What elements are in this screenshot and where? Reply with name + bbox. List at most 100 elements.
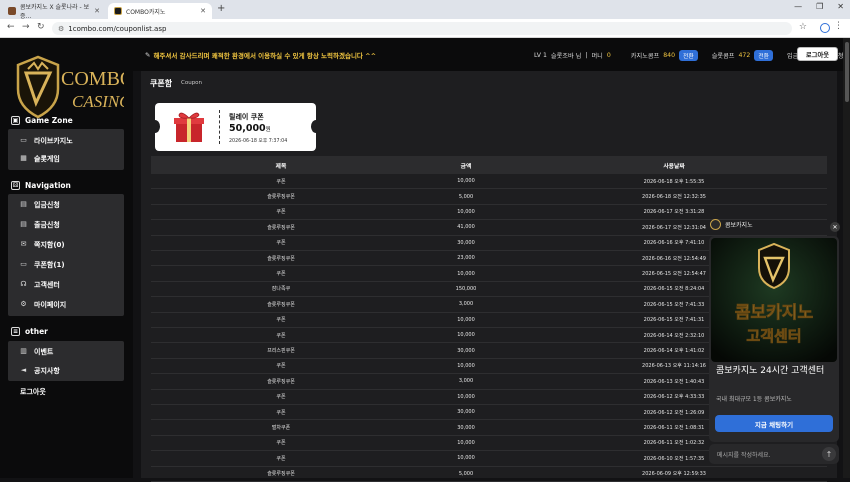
forward-icon[interactable]: → <box>22 22 30 32</box>
logout-button[interactable]: 로그아웃 <box>797 47 838 61</box>
sidebar-item-messages[interactable]: ✉ 쪽지함(0) <box>8 236 124 253</box>
cell-amount: 41,000 <box>457 224 475 231</box>
back-icon[interactable]: ← <box>7 22 15 32</box>
document-icon: ≡ <box>11 327 20 336</box>
cell-amount: 10,000 <box>457 270 475 277</box>
sidebar-item-label: 고객센터 <box>34 280 60 289</box>
browser-tab-active[interactable]: COMBO카지노 ✕ <box>108 3 212 19</box>
section-game-zone: ▣ Game Zone <box>11 116 73 125</box>
sidebar-item-deposit[interactable]: ▤ 입금신청 <box>8 196 124 213</box>
cell-title: 프리스핀쿠폰 <box>267 348 295 355</box>
profile-icon[interactable] <box>820 23 830 33</box>
gift-box-icon <box>174 112 204 142</box>
window-close-icon[interactable]: ✕ <box>837 2 844 11</box>
logo-text-bottom: CASINO <box>72 92 124 111</box>
casino-convert-button[interactable]: 전환 <box>679 50 698 61</box>
address-bar[interactable]: ⚙ 1combo.com/couponlist.asp <box>52 22 792 35</box>
browser-menu-icon[interactable]: ⋮ <box>834 21 843 31</box>
slot-convert-button[interactable]: 전환 <box>754 50 773 61</box>
sidebar: COMBO CASINO ▣ Game Zone ▭ 라이브카지노 ▦ 슬롯게임… <box>0 38 133 478</box>
cell-title: 쿠폰 <box>276 440 286 447</box>
table-row: 쿠폰 10,000 2026-06-18 오후 1:55:35 <box>151 174 827 190</box>
withdraw-icon: ▤ <box>20 220 27 228</box>
reload-icon[interactable]: ↻ <box>37 22 45 32</box>
table-row: 슬롯루징쿠폰 5,000 2026-06-09 오후 12:59:33 <box>151 467 827 482</box>
cell-title: 쿠폰 <box>276 240 286 247</box>
section-navigation: ⚄ Navigation <box>11 181 71 190</box>
coupon-date: 2026-06-18 오후 7:37:04 <box>229 139 288 144</box>
cell-amount: 30,000 <box>457 409 475 416</box>
sidebar-item-notices[interactable]: ◄ 공지사항 <box>8 362 124 379</box>
cell-title: 슬롯루징쿠폰 <box>267 194 295 201</box>
sidebar-item-label: 쿠폰함(1) <box>34 260 65 269</box>
other-group: ▥ 이벤트 ◄ 공지사항 <box>8 341 124 381</box>
tab-close-icon[interactable]: ✕ <box>94 7 100 15</box>
chat-message-input[interactable]: 메시지를 작성하세요. ↑ <box>709 444 839 464</box>
user-level: LV 1 <box>534 52 547 59</box>
column-header-amount: 금액 <box>460 163 472 170</box>
sidebar-item-live-casino[interactable]: ▭ 라이브카지노 <box>8 132 124 149</box>
chat-card: 콤보카지노 고객센터 콤보카지노 24시간 고객센터 국내 최대규모 1등 콤보… <box>709 236 839 442</box>
combo-casino-logo[interactable]: COMBO CASINO <box>14 53 124 123</box>
url-text: 1combo.com/couponlist.asp <box>68 24 167 33</box>
sidebar-item-label: 라이브카지노 <box>34 136 73 145</box>
sidebar-item-label: 이벤트 <box>34 347 54 356</box>
cell-title: 슬롯루징쿠폰 <box>267 301 295 308</box>
slot-point-value: 472 <box>738 52 751 59</box>
start-chat-button[interactable]: 지금 채팅하기 <box>715 415 833 432</box>
page-subtitle: Coupon <box>181 80 203 86</box>
cell-amount: 150,000 <box>455 285 477 292</box>
sidebar-logout-link[interactable]: 로그아웃 <box>20 387 46 397</box>
notice-text: 해주셔서 감사드리며 쾌적한 환경에서 이용하실 수 있게 항상 노력하겠습니다… <box>153 52 377 60</box>
cell-title: 쿠폰 <box>276 332 286 339</box>
tab-favicon-icon <box>114 7 122 15</box>
chat-title: 콤보카지노 24시간 고객센터 <box>716 366 825 376</box>
cell-amount: 30,000 <box>457 347 475 354</box>
cell-title: 벌차쿠폰 <box>271 425 291 432</box>
maximize-icon[interactable]: ❐ <box>816 2 823 11</box>
send-arrow-icon[interactable]: ↑ <box>822 447 836 461</box>
cell-amount: 10,000 <box>457 208 475 215</box>
sidebar-item-events[interactable]: ▥ 이벤트 <box>8 343 124 360</box>
scrollbar-thumb[interactable] <box>845 42 849 102</box>
game-zone-group: ▭ 라이브카지노 ▦ 슬롯게임 <box>8 129 124 170</box>
cell-amount: 3,000 <box>458 378 474 385</box>
browser-tab[interactable]: 콤보카지노 X 슬롯나라 - 보증... ✕ <box>2 3 106 20</box>
cell-title: 쿠폰 <box>276 455 286 462</box>
gift-icon: ▥ <box>20 347 27 355</box>
tab-title: 콤보카지노 X 슬롯나라 - 보증... <box>20 4 90 20</box>
money-value: 0 <box>606 52 611 59</box>
new-tab-icon[interactable]: + <box>217 3 225 14</box>
cell-title: 슬롯루징쿠폰 <box>267 471 295 478</box>
tab-close-icon[interactable]: ✕ <box>200 7 206 15</box>
sidebar-item-support[interactable]: ☊ 고객센터 <box>8 276 124 293</box>
deposit-icon: ▤ <box>20 200 27 208</box>
chat-close-icon[interactable]: ✕ <box>830 222 840 232</box>
sidebar-item-label: 쪽지함(0) <box>34 240 65 249</box>
cell-title: 슬롯루징쿠폰 <box>267 224 295 231</box>
sidebar-item-withdraw[interactable]: ▤ 출금신청 <box>8 216 124 233</box>
sidebar-item-coupons[interactable]: ▭ 쿠폰함(1) <box>8 256 124 273</box>
chat-subtitle: 국내 최대규모 1등 콤보카지노 <box>716 396 792 403</box>
section-title: Navigation <box>25 181 71 190</box>
column-header-date: 사용날짜 <box>663 163 685 170</box>
site-info-icon[interactable]: ⚙ <box>58 25 64 33</box>
bookmark-star-icon[interactable]: ☆ <box>799 22 807 32</box>
cell-amount: 30,000 <box>457 424 475 431</box>
sidebar-item-mypage[interactable]: ⚙ 마이페이지 <box>8 296 124 313</box>
sidebar-item-slot-game[interactable]: ▦ 슬롯게임 <box>8 150 124 167</box>
headset-icon: ☊ <box>20 280 27 288</box>
gamepad-icon: ▣ <box>11 116 20 125</box>
coupon-card[interactable]: 릴레이 쿠폰 50,000원 2026-06-18 오후 7:37:04 <box>150 103 321 151</box>
minimize-icon[interactable]: — <box>794 2 802 11</box>
column-header-title: 제목 <box>275 163 287 170</box>
envelope-icon: ✉ <box>20 240 27 248</box>
tab-title: COMBO카지노 <box>126 8 166 16</box>
cell-date: 2026-06-18 오전 12:32:35 <box>642 194 706 201</box>
sidebar-item-label: 출금신청 <box>34 220 60 229</box>
section-title: other <box>25 327 48 336</box>
sidebar-item-label: 슬롯게임 <box>34 154 60 163</box>
cell-title: 슬롯루징쿠폰 <box>267 255 295 262</box>
cell-title: 쿠폰 <box>276 317 286 324</box>
page-scrollbar[interactable] <box>843 38 850 478</box>
